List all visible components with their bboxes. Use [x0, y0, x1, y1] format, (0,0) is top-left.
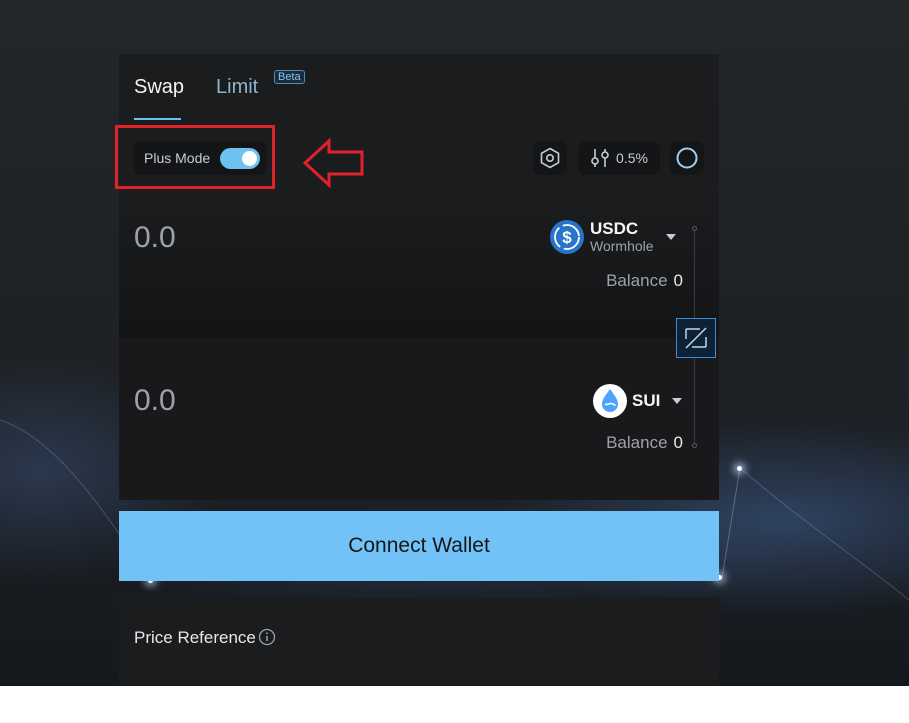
chevron-down-icon: [672, 398, 683, 404]
slippage-value: 0.5%: [616, 150, 648, 166]
annotation-arrow-icon: [302, 138, 364, 188]
balance-label: Balance: [606, 271, 668, 290]
annotation-highlight-box: [115, 125, 275, 189]
sui-icon: [593, 384, 627, 418]
from-token-network: Wormhole: [590, 238, 654, 254]
info-icon[interactable]: [258, 628, 276, 646]
connect-wallet-button[interactable]: Connect Wallet: [119, 511, 719, 581]
tab-limit[interactable]: Limit: [216, 76, 258, 99]
balance-label: Balance: [606, 433, 668, 452]
svg-text:$: $: [562, 228, 572, 247]
beta-badge: Beta: [274, 70, 305, 84]
hexagon-settings-icon: [540, 147, 560, 169]
slippage-button[interactable]: 0.5%: [578, 141, 660, 175]
chevron-down-icon: [665, 234, 676, 240]
from-token-name: USDC: [590, 219, 639, 238]
price-reference-label: Price Reference: [134, 628, 256, 647]
from-token-selector[interactable]: $ USDC Wormhole: [549, 219, 676, 255]
to-balance: Balance 0: [606, 433, 683, 453]
sliders-icon: [591, 149, 609, 167]
to-token-panel: 0.0 SUI Balance 0: [119, 338, 719, 500]
to-amount-input[interactable]: 0.0: [134, 384, 176, 418]
settings-button[interactable]: [533, 141, 567, 175]
refresh-ring-icon: [676, 147, 698, 169]
from-token-panel: 0.0 $ USDC Wormhole Balance 0: [119, 184, 719, 338]
balance-value: 0: [673, 271, 683, 290]
switch-direction-button[interactable]: [676, 318, 716, 358]
switch-arrows-icon: [685, 327, 707, 349]
active-tab-indicator: [134, 118, 181, 120]
refresh-button[interactable]: [670, 141, 704, 175]
tab-swap[interactable]: Swap: [134, 76, 184, 99]
from-amount-input[interactable]: 0.0: [134, 221, 176, 255]
price-reference-card: Price Reference: [119, 598, 719, 686]
to-token-selector[interactable]: SUI: [592, 383, 683, 419]
rail-dot: [692, 226, 697, 231]
usdc-icon: $: [550, 220, 584, 254]
to-token-name: SUI: [632, 391, 661, 410]
from-balance: Balance 0: [606, 271, 683, 291]
swap-card: Swap Limit Beta Plus Mode 0.5% 0.0 $ USD…: [119, 54, 719, 500]
balance-value: 0: [673, 433, 683, 452]
star-decoration: [737, 466, 742, 471]
rail-dot: [692, 443, 697, 448]
